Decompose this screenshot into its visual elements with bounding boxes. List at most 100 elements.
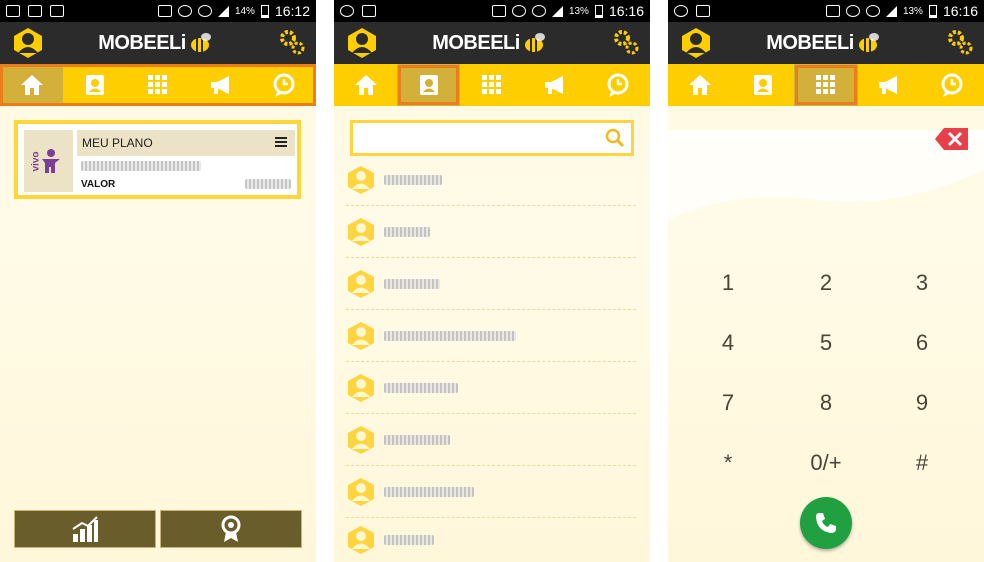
signal-icon: [885, 5, 897, 17]
home-screen: 14% 16:12 MOBEELi vivo MEU PLANO VALOR: [0, 0, 316, 562]
tab-home[interactable]: [334, 64, 397, 106]
contact-row[interactable]: [346, 466, 636, 518]
contact-avatar-icon: [348, 165, 374, 194]
settings-icon[interactable]: [278, 28, 306, 56]
profile-icon[interactable]: [346, 27, 378, 59]
tab-history[interactable]: [253, 64, 316, 106]
sd-icon: [362, 5, 376, 17]
contact-name-redacted: [384, 486, 474, 497]
megaphone-icon: [211, 76, 230, 94]
search-icon[interactable]: [605, 128, 625, 148]
screenshot: 14% 16:12 MOBEELi vivo MEU PLANO VALOR 1…: [0, 0, 984, 562]
key-1[interactable]: 1: [698, 270, 758, 296]
whatsapp-icon: [340, 5, 354, 17]
carrier-logo: vivo: [24, 130, 73, 192]
contact-name-redacted: [384, 226, 430, 237]
carrier-name: vivo: [30, 151, 42, 172]
contact-search-input[interactable]: [350, 120, 634, 156]
signal-icon: [551, 5, 563, 17]
mail-icon: [28, 5, 42, 17]
award-icon: [221, 515, 241, 542]
dialpad-icon: [482, 75, 501, 94]
contact-row[interactable]: [346, 362, 636, 414]
battery-percent: 13%: [568, 5, 589, 17]
plan-value-redacted: [245, 179, 291, 189]
mute-icon: [825, 5, 840, 17]
sd-icon: [696, 5, 710, 17]
contact-row[interactable]: [346, 154, 636, 206]
phone-icon: [816, 513, 836, 533]
contact-row[interactable]: [346, 310, 636, 362]
tab-bar: [668, 64, 984, 106]
key-9[interactable]: 9: [892, 390, 952, 416]
tab-home[interactable]: [668, 64, 731, 106]
clock: 16:16: [608, 3, 644, 19]
plan-card[interactable]: vivo MEU PLANO VALOR: [14, 120, 301, 199]
key-star[interactable]: *: [698, 450, 758, 476]
key-3[interactable]: 3: [892, 270, 952, 296]
app-header: MOBEELi: [668, 22, 984, 64]
plan-value-label: VALOR: [81, 179, 116, 190]
signal-icon: [217, 5, 229, 17]
tab-history[interactable]: [921, 64, 984, 106]
contact-avatar-icon: [348, 477, 374, 506]
tab-contacts[interactable]: [397, 64, 461, 106]
call-button[interactable]: [800, 497, 852, 549]
tab-dialpad[interactable]: [794, 64, 858, 106]
history-icon: [273, 73, 295, 97]
tab-promotions[interactable]: [524, 64, 587, 106]
contacts-icon: [85, 75, 104, 95]
menu-icon[interactable]: [275, 137, 287, 147]
bee-icon: [190, 33, 211, 52]
tab-dialpad[interactable]: [460, 64, 523, 106]
clock: 16:12: [274, 3, 310, 19]
settings-icon[interactable]: [946, 28, 974, 56]
tab-contacts[interactable]: [63, 64, 126, 106]
profile-icon[interactable]: [12, 27, 44, 59]
contact-row[interactable]: [346, 514, 636, 562]
rewards-button[interactable]: [160, 510, 302, 548]
contact-avatar-icon: [348, 373, 374, 402]
key-4[interactable]: 4: [698, 330, 758, 356]
tab-home[interactable]: [0, 64, 64, 106]
sd-icon: [50, 5, 64, 17]
tab-promotions[interactable]: [190, 64, 253, 106]
alarm-icon: [511, 5, 526, 17]
key-8[interactable]: 8: [796, 390, 856, 416]
profile-icon[interactable]: [680, 27, 712, 59]
backspace-icon[interactable]: [934, 126, 970, 152]
contact-avatar-icon: [348, 526, 374, 554]
stats-button[interactable]: [14, 510, 156, 548]
key-6[interactable]: 6: [892, 330, 952, 356]
mute-icon: [157, 5, 172, 17]
tab-contacts[interactable]: [731, 64, 794, 106]
status-bar: 13% 16:16: [334, 0, 650, 22]
contact-row[interactable]: [346, 414, 636, 466]
tab-promotions[interactable]: [858, 64, 921, 106]
key-0[interactable]: 0/+: [796, 450, 856, 476]
bee-icon: [858, 33, 879, 52]
app-header: MOBEELi: [334, 22, 650, 64]
plan-title-row: MEU PLANO: [77, 130, 295, 156]
key-2[interactable]: 2: [796, 270, 856, 296]
history-icon: [607, 73, 629, 97]
battery-percent: 14%: [234, 5, 255, 17]
contact-row[interactable]: [346, 206, 636, 258]
wifi-icon: [197, 5, 212, 17]
tab-history[interactable]: [587, 64, 650, 106]
whatsapp-icon: [674, 5, 688, 17]
home-icon: [354, 75, 377, 95]
status-bar: 13% 16:16: [668, 0, 984, 22]
key-5[interactable]: 5: [796, 330, 856, 356]
status-bar: 14% 16:12: [0, 0, 316, 22]
key-7[interactable]: 7: [698, 390, 758, 416]
bee-icon: [524, 33, 545, 52]
tab-dialpad[interactable]: [126, 64, 189, 106]
contact-avatar-icon: [348, 269, 374, 298]
battery-icon: [928, 4, 937, 18]
contact-row[interactable]: [346, 258, 636, 310]
settings-icon[interactable]: [612, 28, 640, 56]
contact-name-redacted: [384, 278, 440, 289]
contact-name-redacted: [384, 330, 516, 341]
key-hash[interactable]: #: [892, 450, 952, 476]
